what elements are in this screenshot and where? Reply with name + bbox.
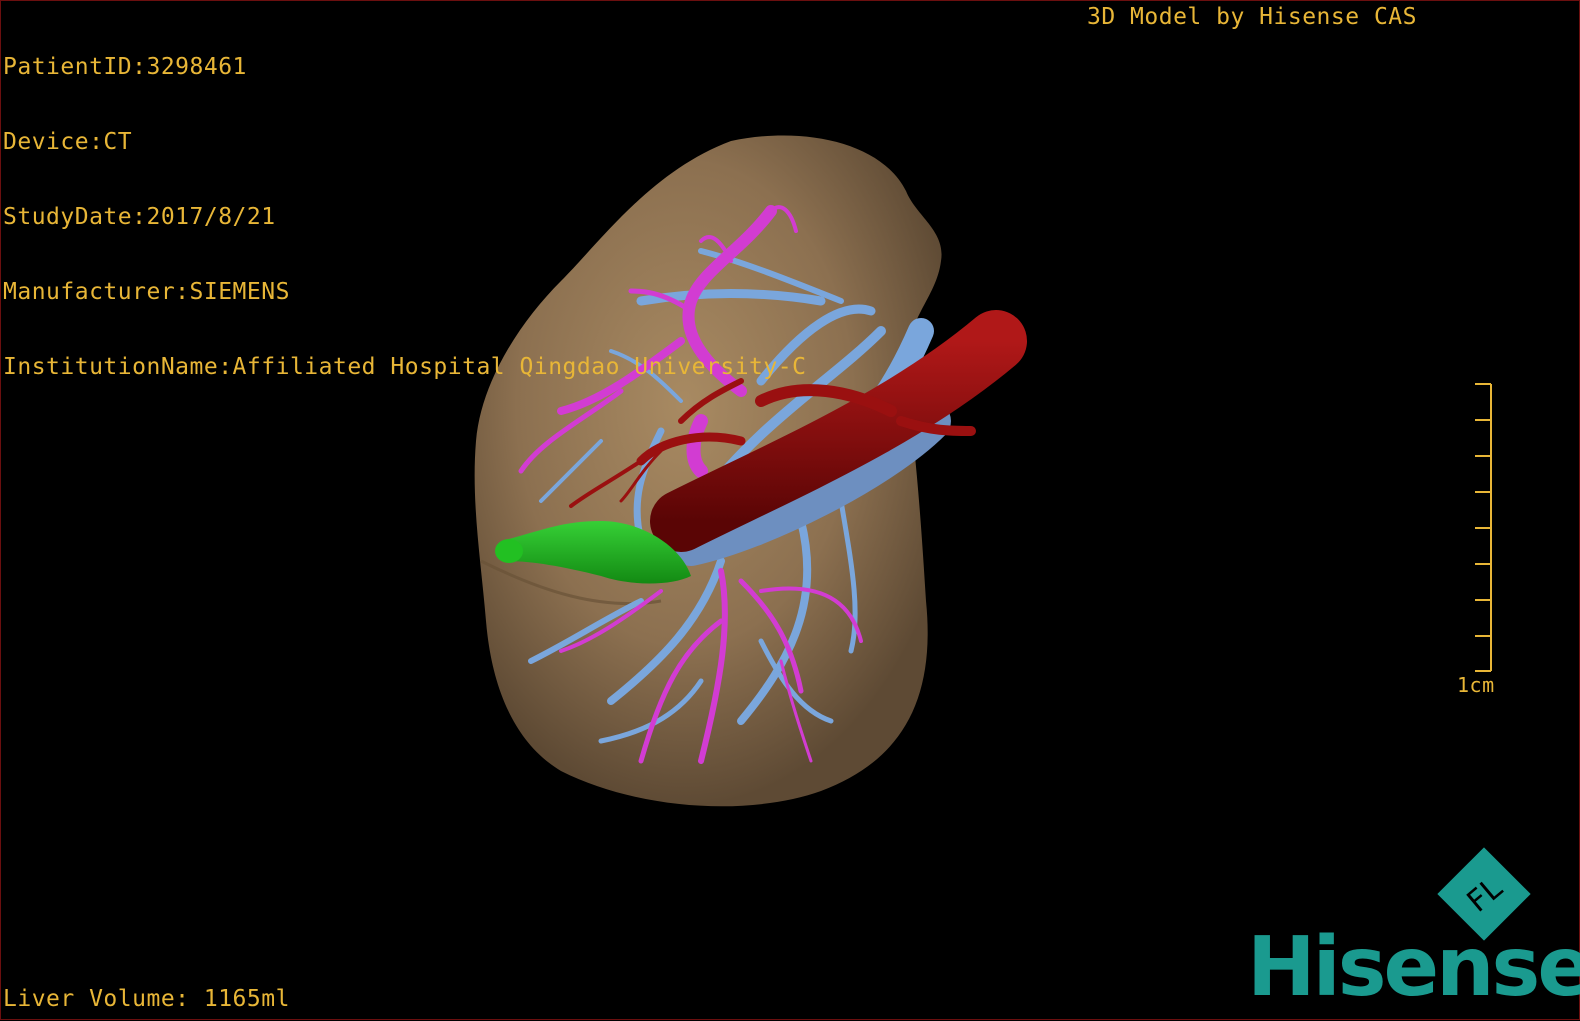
study-metadata: PatientID:3298461 Device:CT StudyDate:20… xyxy=(3,5,806,430)
manufacturer: Manufacturer:SIEMENS xyxy=(3,279,290,305)
scale-bar-label: 1cm xyxy=(1457,673,1495,697)
patient-id: PatientID:3298461 xyxy=(3,54,247,80)
3d-viewport[interactable]: PatientID:3298461 Device:CT StudyDate:20… xyxy=(0,0,1580,1020)
liver-volume: Liver Volume: 1165ml xyxy=(3,986,290,1012)
scale-bar xyxy=(1475,383,1492,672)
study-date: StudyDate:2017/8/21 xyxy=(3,204,276,230)
institution-name: InstitutionName:Affiliated Hospital Qing… xyxy=(3,354,807,380)
hisense-logo: Hisense xyxy=(1247,920,1580,1015)
device: Device:CT xyxy=(3,129,133,155)
model-credit: 3D Model by Hisense CAS xyxy=(1087,4,1417,30)
